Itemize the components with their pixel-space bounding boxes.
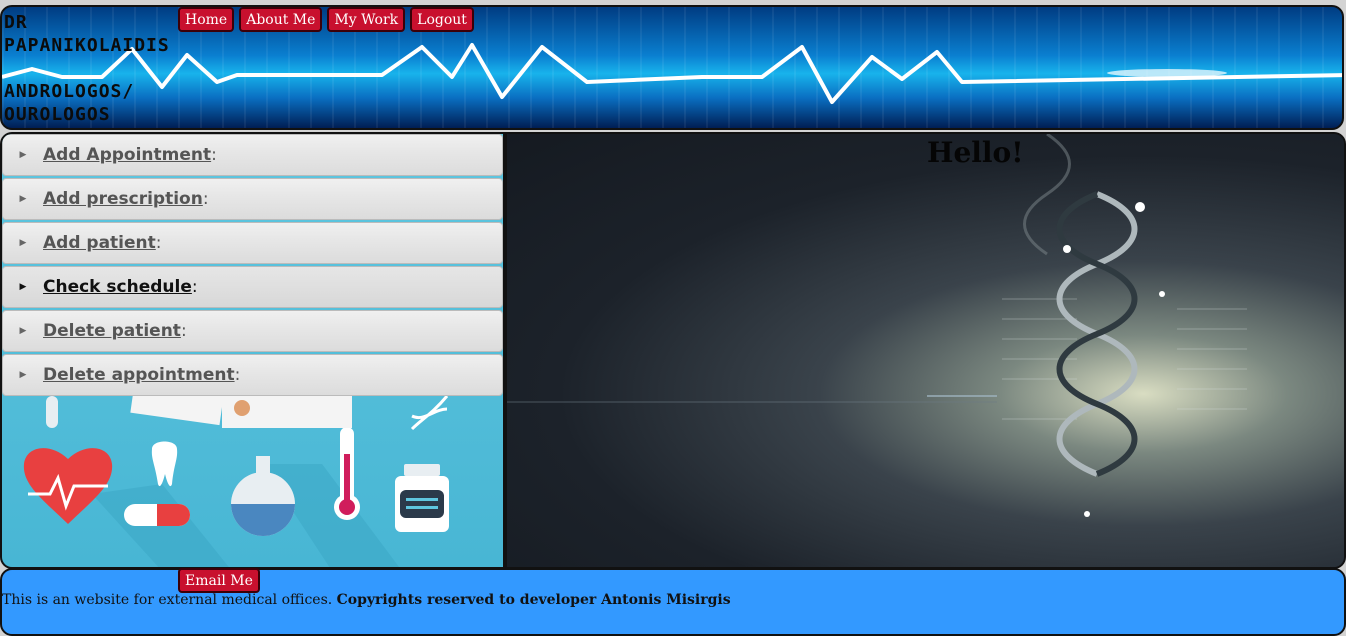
dna-icon (410, 395, 449, 431)
menu-item-colon: : (180, 321, 187, 341)
triangle-right-icon: ▶ (19, 150, 27, 160)
menu-item-colon: : (191, 277, 198, 297)
menu-item-label[interactable]: Add prescription (43, 189, 203, 209)
sidebar-menu: ▶ Add Appointment: ▶ Add prescription: ▶… (2, 134, 503, 398)
left-panel: ▶ Add Appointment: ▶ Add prescription: ▶… (2, 134, 503, 567)
footer-text: This is an website for external medical … (2, 592, 731, 608)
menu-item-colon: : (234, 365, 241, 385)
menu-item-check-schedule[interactable]: ▶ Check schedule: (2, 266, 503, 308)
thermometer-icon (334, 427, 360, 520)
dna-helix-image (507, 134, 1247, 517)
menu-item-add-prescription[interactable]: ▶ Add prescription: (2, 178, 503, 220)
medicine-bottle-icon (395, 464, 449, 532)
triangle-right-icon: ▶ (19, 238, 27, 248)
footer-description: This is an website for external medical … (2, 592, 333, 608)
menu-item-colon: : (202, 189, 209, 209)
menu-item-add-patient[interactable]: ▶ Add patient: (2, 222, 503, 264)
greeting-heading: Hello! (927, 136, 1024, 169)
menu-item-label[interactable]: Add patient (43, 233, 156, 253)
menu-item-delete-appointment[interactable]: ▶ Delete appointment: (2, 354, 503, 396)
menu-item-delete-patient[interactable]: ▶ Delete patient: (2, 310, 503, 352)
site-title: DR PAPANIKOLAIDIS ANDROLOGOS/ OUROLOGOS (4, 12, 170, 125)
menu-item-label[interactable]: Check schedule (43, 277, 192, 297)
site-header: DR PAPANIKOLAIDIS ANDROLOGOS/ OUROLOGOS … (0, 5, 1344, 130)
triangle-right-icon: ▶ (19, 194, 27, 204)
pill-icon (124, 504, 190, 526)
right-panel: Hello! (507, 134, 1344, 567)
menu-item-colon: : (155, 233, 162, 253)
footer-copyright: Copyrights reserved to developer Antonis… (336, 592, 731, 608)
heart-icon (23, 448, 113, 524)
triangle-right-icon: ▶ (19, 282, 27, 292)
triangle-right-icon: ▶ (19, 370, 27, 380)
nav-about-button[interactable]: About Me (239, 7, 323, 32)
triangle-right-icon: ▶ (19, 326, 27, 336)
main-content: ▶ Add Appointment: ▶ Add prescription: ▶… (0, 132, 1346, 569)
nav-home-button[interactable]: Home (178, 7, 235, 32)
nav-work-button[interactable]: My Work (327, 7, 406, 32)
menu-item-colon: : (211, 145, 217, 165)
main-nav: Home About Me My Work Logout (178, 7, 474, 32)
test-tube-icon (46, 396, 58, 428)
menu-item-label[interactable]: Add Appointment (43, 145, 211, 165)
menu-item-label[interactable]: Delete patient (43, 321, 181, 341)
site-footer: Email Me This is an website for external… (0, 568, 1346, 636)
tooth-icon (151, 441, 178, 487)
nav-logout-button[interactable]: Logout (410, 7, 474, 32)
menu-item-add-appointment[interactable]: ▶ Add Appointment: (2, 134, 503, 176)
email-me-button[interactable]: Email Me (178, 568, 260, 593)
menu-item-label[interactable]: Delete appointment (43, 365, 235, 385)
